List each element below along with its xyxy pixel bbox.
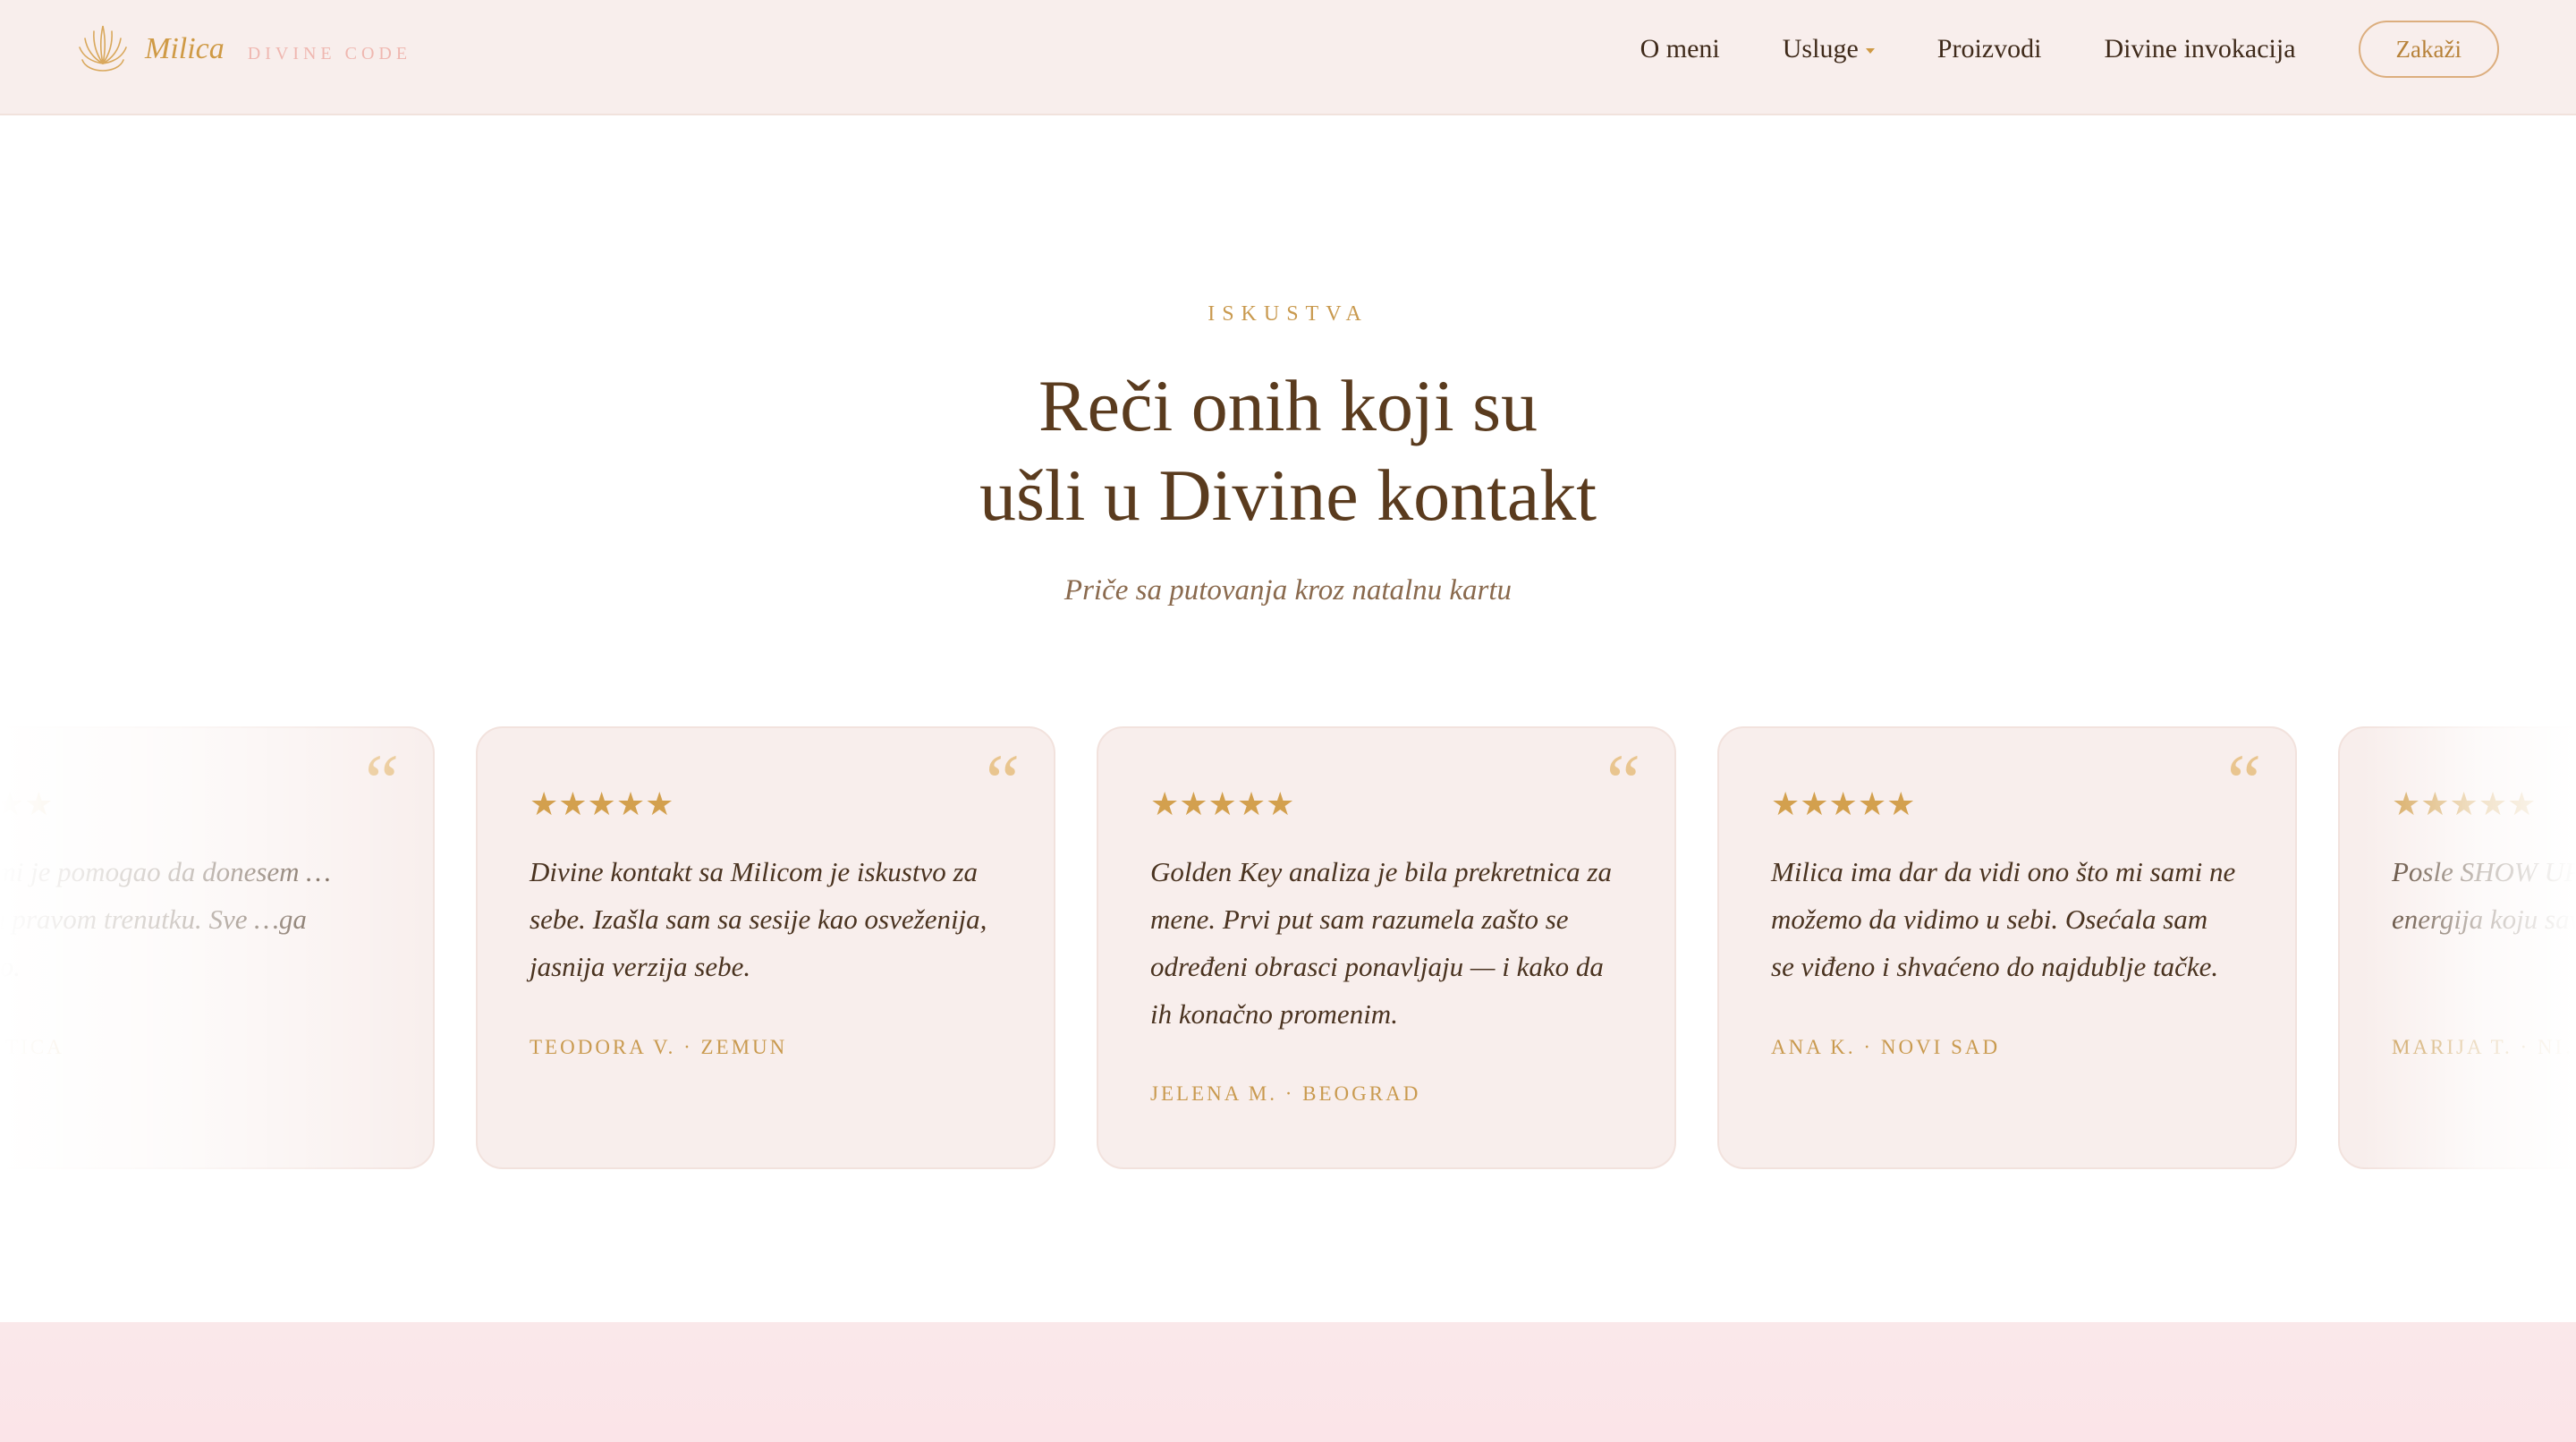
testimonial-card: “ ★★★★★ …ming mi je pomogao da donesem …… <box>0 726 435 1169</box>
nav-link-divine-invocation[interactable]: Divine invokacija <box>2104 34 2295 64</box>
section-subtitle: Priče sa putovanja kroz natalnu kartu <box>1063 574 1513 606</box>
nav-link-about[interactable]: O meni <box>1640 34 1720 64</box>
navbar: Milica DIVINE CODE O meni Usluge Proizvo… <box>0 0 2576 115</box>
section-title-line-1: Reči onih koji su <box>1038 365 1538 446</box>
testimonials-carousel[interactable]: “ ★★★★★ …ming mi je pomogao da donesem …… <box>0 726 2576 1169</box>
nav-link-products[interactable]: Proizvodi <box>1937 34 2042 64</box>
star-rating: ★★★★★ <box>1150 786 1295 823</box>
testimonial-text: Divine kontakt sa Milicom je iskustvo za… <box>530 856 987 982</box>
main-navigation: O meni Usluge Proizvodi Divine invokacij… <box>1640 20 2499 79</box>
testimonial-author: JELENA M. · BEOGRAD <box>1150 1082 1421 1105</box>
next-section-background <box>0 1322 2576 1442</box>
brand-subtitle: DIVINE CODE <box>247 43 412 64</box>
section-title: Reči onih koji su ušli u Divine kontakt <box>0 361 2576 540</box>
chevron-down-icon <box>1865 48 1875 54</box>
quote-mark-icon: “ <box>2226 738 2261 824</box>
brand-name: Milica <box>145 32 225 65</box>
nav-link-divine-invocation-label: Divine invokacija <box>2104 34 2296 64</box>
nav-link-about-label: O meni <box>1640 34 1720 64</box>
testimonial-card: “ ★★★★★ Milica ima dar da vidi ono što m… <box>1717 726 2297 1169</box>
testimonial-text: Milica ima dar da vidi ono što mi sami n… <box>1771 856 2236 982</box>
testimonial-author: ANA K. · NOVI SAD <box>1771 1036 2001 1058</box>
quote-mark-icon: “ <box>1606 738 1640 824</box>
brand-logo[interactable]: Milica DIVINE CODE <box>77 18 411 81</box>
testimonial-card: “ ★★★★★ Golden Key analiza je bila prekr… <box>1097 726 1676 1169</box>
testimonial-author: … SUBOTICA <box>0 1036 64 1058</box>
quote-mark-icon: “ <box>364 738 399 824</box>
testimonial-text: Golden Key analiza je bila prekretnica z… <box>1150 856 1612 1030</box>
section-eyebrow: ISKUSTVA <box>1208 302 1368 326</box>
star-rating: ★★★★★ <box>0 786 54 823</box>
nav-link-products-label: Proizvodi <box>1936 34 2042 64</box>
testimonial-text: Posle SHOW UP… počela da se poja… energi… <box>2392 856 2576 935</box>
testimonial-card: “ ★★★★★ Divine kontakt sa Milicom je isk… <box>476 726 1055 1169</box>
nav-link-services-label: Usluge <box>1782 34 1859 64</box>
testimonial-author: TEODORA V. · ZEMUN <box>530 1036 788 1058</box>
quote-mark-icon: “ <box>985 738 1020 824</box>
testimonial-card: “ ★★★★★ Posle SHOW UP… počela da se poja… <box>2338 726 2576 1169</box>
testimonial-text: …ming mi je pomogao da donesem … odluku … <box>0 856 331 982</box>
section-title-line-2: ušli u Divine kontakt <box>979 454 1597 536</box>
book-button[interactable]: Zakaži <box>2358 21 2499 78</box>
nav-link-services[interactable]: Usluge <box>1783 34 1875 64</box>
star-rating: ★★★★★ <box>2392 786 2537 823</box>
star-rating: ★★★★★ <box>530 786 674 823</box>
testimonial-author: MARIJA T. · NI… <box>2392 1036 2576 1058</box>
lotus-logo-icon <box>79 25 127 72</box>
star-rating: ★★★★★ <box>1771 786 1916 823</box>
